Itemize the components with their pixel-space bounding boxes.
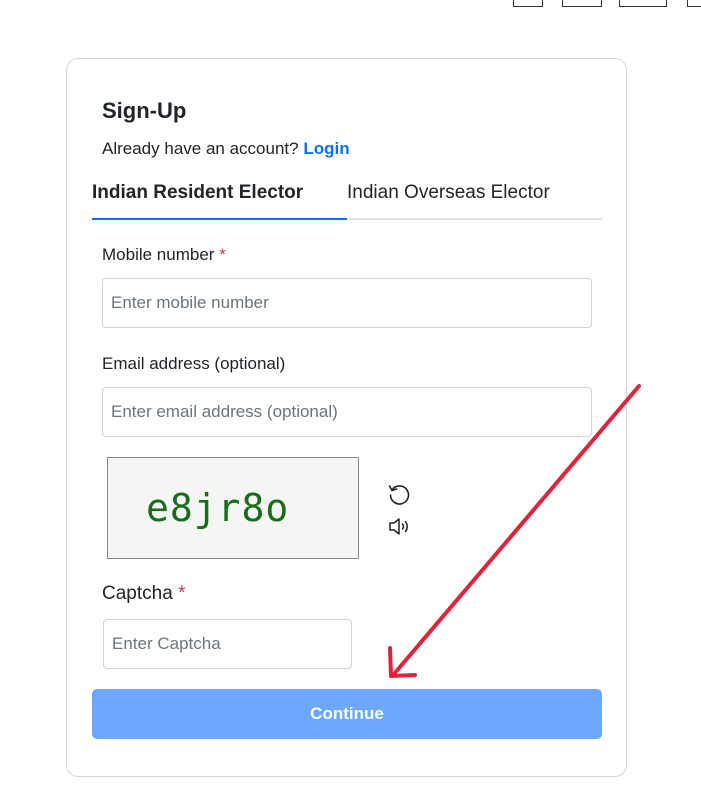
captcha-image: e8jr8o: [107, 457, 359, 559]
mobile-number-label-text: Mobile number: [102, 245, 215, 264]
required-mark: *: [178, 583, 186, 604]
tab-indian-resident-elector[interactable]: Indian Resident Elector: [92, 172, 347, 220]
speaker-icon[interactable]: [387, 514, 413, 540]
toolbar-button-fragment[interactable]: [619, 0, 667, 7]
mobile-number-input[interactable]: [102, 278, 592, 328]
captcha-label: Captcha *: [102, 583, 185, 605]
captcha-image-text: e8jr8o: [146, 486, 290, 530]
toolbar-button-fragment[interactable]: [687, 0, 701, 7]
refresh-icon[interactable]: [386, 481, 412, 507]
captcha-input[interactable]: [103, 619, 352, 669]
toolbar-button-fragment[interactable]: [513, 0, 543, 7]
captcha-label-text: Captcha: [102, 583, 173, 604]
required-mark: *: [219, 245, 226, 264]
email-address-label: Email address (optional): [102, 354, 286, 373]
mobile-number-label: Mobile number *: [102, 245, 226, 265]
toolbar-button-fragment[interactable]: [562, 0, 602, 7]
account-prompt: Already have an account? Login: [102, 139, 350, 159]
tab-indian-overseas-elector[interactable]: Indian Overseas Elector: [347, 172, 602, 218]
account-prompt-text: Already have an account?: [102, 139, 299, 158]
page-title: Sign-Up: [102, 98, 187, 123]
continue-button[interactable]: Continue: [92, 689, 602, 739]
elector-tabs: Indian Resident Elector Indian Overseas …: [92, 172, 602, 220]
top-toolbar-fragment: [0, 0, 701, 10]
email-address-input[interactable]: [102, 387, 592, 437]
login-link[interactable]: Login: [303, 139, 349, 158]
